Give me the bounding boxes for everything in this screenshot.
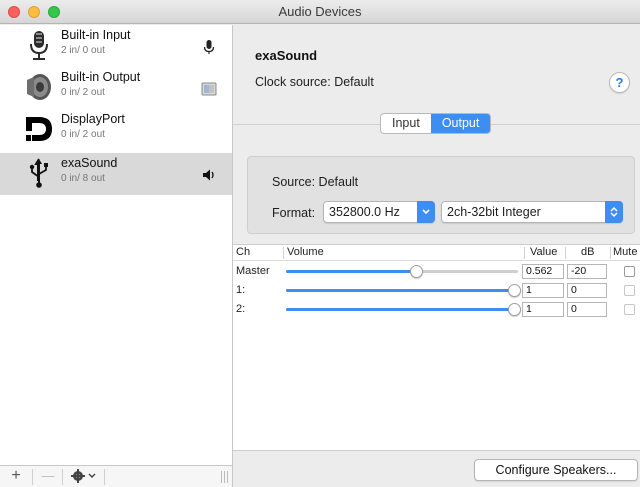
device-item-displayport[interactable]: DisplayPort 0 in/ 2 out [0,109,232,151]
source-label: Source: Default [272,175,359,189]
microphone-badge-icon [203,40,215,54]
device-name: exaSound [61,156,118,170]
volume-badge-icon [203,169,214,181]
mute-checkbox[interactable] [624,304,635,315]
mute-checkbox[interactable] [624,266,635,277]
configure-speakers-button[interactable]: Configure Speakers... [474,459,638,481]
column-header-ch[interactable]: Ch [236,246,250,258]
speaker-icon [27,74,51,100]
table-header-divider [233,260,640,261]
device-list: Built-in Input 2 in/ 0 out Built-in Outp… [0,25,233,487]
tab-output[interactable]: Output [430,114,491,133]
toolbar-divider [62,469,63,485]
tab-input[interactable]: Input [381,114,431,133]
db-field[interactable]: -20 [567,264,607,279]
toolbar-divider [32,469,33,485]
column-divider [610,247,611,259]
volume-slider-knob[interactable] [508,284,521,297]
sample-rate-value: 352800.0 Hz [329,205,400,219]
volume-slider-knob[interactable] [410,265,423,278]
device-io-count: 0 in/ 2 out [61,129,105,140]
column-header-volume[interactable]: Volume [287,246,324,258]
column-header-value[interactable]: Value [530,246,557,258]
audio-devices-window: Audio Devices Built-in Input 2 in/ 0 out [0,0,640,487]
db-field[interactable]: 0 [567,302,607,317]
column-divider [524,247,525,259]
volume-slider-fill [286,308,518,311]
bit-format-popup[interactable]: 2ch-32bit Integer [441,201,623,223]
device-io-count: 0 in/ 2 out [61,87,105,98]
popup-arrow [417,201,435,223]
volume-slider-fill [286,289,518,292]
value-field[interactable]: 0.562 [522,264,564,279]
device-io-count: 2 in/ 0 out [61,45,105,56]
device-name: Built-in Output [61,70,141,84]
column-header-db[interactable]: dB [581,246,594,258]
add-device-button[interactable]: + [6,467,26,487]
help-button[interactable]: ? [609,72,630,93]
finder-badge-icon [201,82,217,96]
value-field[interactable]: 1 [522,283,564,298]
bit-format-value: 2ch-32bit Integer [447,205,541,219]
mute-checkbox[interactable] [624,285,635,296]
volume-slider-knob[interactable] [508,303,521,316]
remove-device-button[interactable]: — [38,467,58,487]
device-title: exaSound [255,48,318,63]
input-output-tabs: Input Output [380,113,492,134]
column-header-mute[interactable]: Mute [613,246,637,258]
format-label: Format: [272,206,316,220]
device-item-built-in-input[interactable]: Built-in Input 2 in/ 0 out [0,25,232,67]
column-divider [565,247,566,259]
device-io-count: 0 in/ 8 out [61,173,105,184]
device-name: DisplayPort [61,112,125,126]
channel-label: Master [236,265,270,277]
device-name: Built-in Input [61,28,131,42]
channel-label: 1: [236,284,246,296]
device-item-built-in-output[interactable]: Built-in Output 0 in/ 2 out [0,67,232,109]
clock-source: Clock source: Default [255,75,374,89]
toolbar-divider [104,469,105,485]
popup-arrow [605,201,623,223]
device-list-toolbar: + — [0,465,232,487]
channel-label: 2: [236,303,246,315]
column-divider [283,247,284,259]
volume-slider-fill [286,270,416,273]
sample-rate-popup[interactable]: 352800.0 Hz [323,201,435,223]
chevron-up-down-icon [610,206,618,218]
device-item-exasound[interactable]: exaSound 0 in/ 8 out [0,153,232,195]
title-bar: Audio Devices [0,0,640,24]
microphone-icon [30,31,48,60]
value-field[interactable]: 1 [522,302,564,317]
window-title: Audio Devices [278,4,362,19]
gear-icon [71,469,96,483]
chevron-down-icon [422,209,430,215]
usb-icon [29,158,48,188]
db-field[interactable]: 0 [567,283,607,298]
displayport-icon [26,117,52,141]
gear-menu-button[interactable] [68,467,100,487]
resize-grip-icon[interactable] [220,471,228,483]
